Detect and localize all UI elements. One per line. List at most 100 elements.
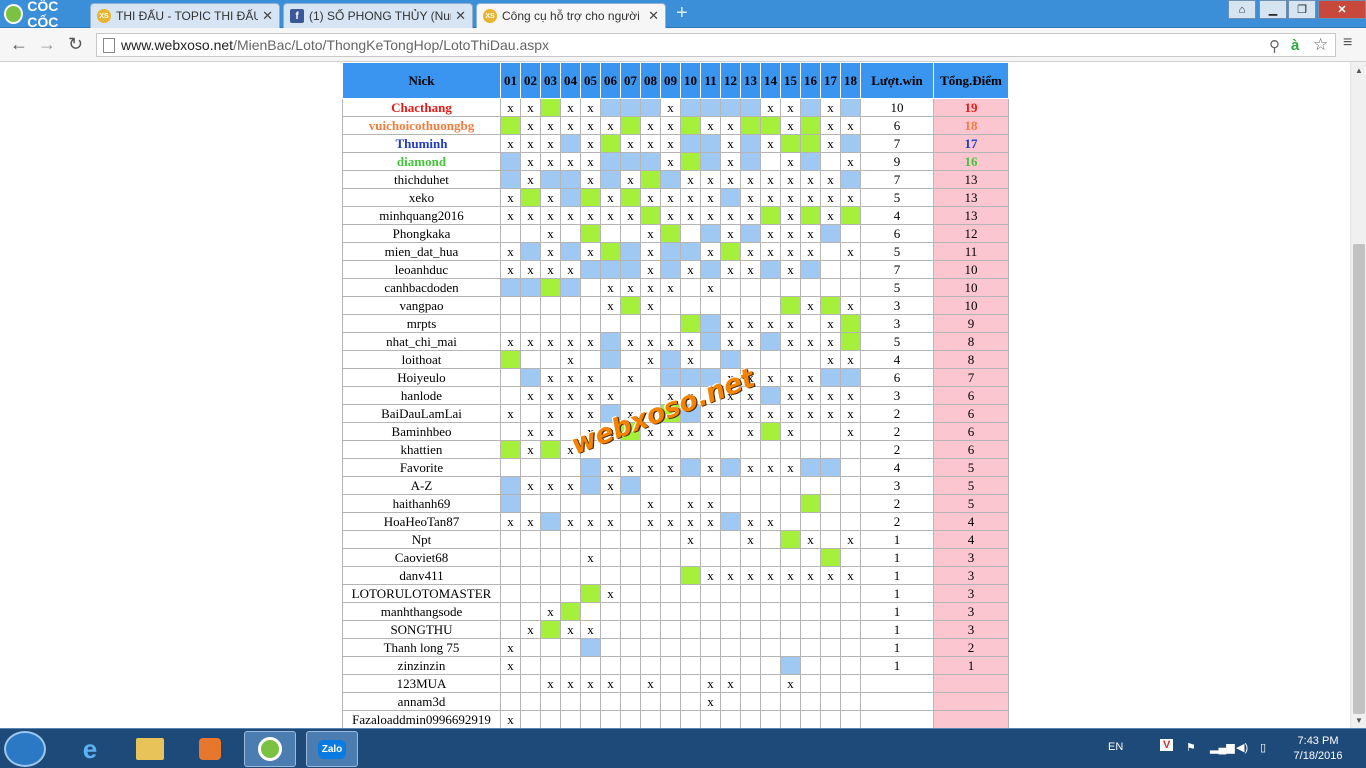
tab-cong-cu[interactable]: XS Công cụ hỗ trợ cho người ✕ (476, 3, 666, 28)
nick-cell[interactable]: mien_dat_hua (342, 242, 501, 261)
nick-cell[interactable]: minhquang2016 (342, 206, 501, 225)
nick-cell[interactable]: nhat_chi_mai (342, 332, 501, 351)
tab-thi-dau[interactable]: XS THI ĐẤU - TOPIC THI ĐẤU ✕ (90, 3, 280, 28)
minimize-button[interactable]: ▁ (1259, 0, 1287, 19)
nick-cell[interactable]: thichduhet (342, 170, 501, 189)
nick-cell[interactable]: Favorite (342, 458, 501, 477)
action-center-icon[interactable]: ⚑ (1186, 741, 1196, 754)
number-cell (800, 134, 821, 153)
nick-cell[interactable]: Thanh long 75 (342, 638, 501, 657)
nick-cell[interactable]: Phongkaka (342, 224, 501, 243)
coccoc-translate-icon[interactable]: à (1291, 37, 1299, 54)
number-cell: x (820, 566, 841, 585)
nick-cell[interactable]: Thuminh (342, 134, 501, 153)
nick-cell[interactable]: mrpts (342, 314, 501, 333)
media-player-taskbar-icon[interactable] (184, 731, 236, 767)
number-cell: x (700, 494, 721, 513)
number-cell (500, 548, 521, 567)
zoom-icon[interactable]: ⚲ (1269, 37, 1280, 55)
nick-cell[interactable]: hanlode (342, 386, 501, 405)
back-icon[interactable]: ← (10, 34, 28, 55)
nick-cell[interactable]: loithoat (342, 350, 501, 369)
menu-icon[interactable]: ≡ (1343, 34, 1352, 52)
battery-icon[interactable]: ▯ (1260, 741, 1266, 754)
close-tab-icon[interactable]: ✕ (648, 8, 659, 24)
url-input[interactable]: www.webxoso.net/MienBac/Loto/ThongKeTong… (96, 33, 1336, 57)
tong-diem-cell: 3 (933, 602, 1009, 621)
nick-cell[interactable]: zinzinzin (342, 656, 501, 675)
nick-cell[interactable]: haithanh69 (342, 494, 501, 513)
nick-cell[interactable]: SONGTHU (342, 620, 501, 639)
tab-facebook[interactable]: f (1) SỐ PHONG THỦY (Num ✕ (283, 3, 473, 28)
nick-cell[interactable]: HoaHeoTan87 (342, 512, 501, 531)
number-cell (800, 620, 821, 639)
number-cell: x (840, 386, 861, 405)
forward-icon[interactable]: → (38, 34, 56, 55)
luot-win-cell: 1 (860, 584, 934, 603)
nick-cell[interactable]: manhthangsode (342, 602, 501, 621)
nick-cell[interactable]: xeko (342, 188, 501, 207)
number-cell: x (720, 314, 741, 333)
number-cell (780, 278, 801, 297)
nick-cell[interactable]: 123MUA (342, 674, 501, 693)
nick-cell[interactable]: canhbacdoden (342, 278, 501, 297)
nick-cell[interactable]: A-Z (342, 476, 501, 495)
facebook-icon: f (290, 9, 304, 23)
nick-cell[interactable]: annam3d (342, 692, 501, 711)
network-signal-icon[interactable]: ▂▄▆ (1210, 741, 1235, 754)
number-cell (700, 710, 721, 728)
antivirus-icon[interactable]: V (1160, 739, 1174, 751)
vertical-scrollbar[interactable]: ▲ ▼ (1350, 62, 1366, 728)
number-cell: x (540, 476, 561, 495)
number-cell (500, 296, 521, 315)
new-tab-button[interactable]: + (676, 3, 688, 23)
close-tab-icon[interactable]: ✕ (455, 8, 466, 24)
nick-cell[interactable]: vangpao (342, 296, 501, 315)
close-tab-icon[interactable]: ✕ (262, 8, 273, 24)
nick-cell[interactable]: Baminhbeo (342, 422, 501, 441)
explorer-taskbar-icon[interactable] (124, 731, 176, 767)
user-icon[interactable]: ⌂ (1228, 0, 1256, 19)
close-window-button[interactable]: ✕ (1318, 0, 1366, 19)
nick-cell[interactable]: diamond (342, 152, 501, 171)
ie-taskbar-icon[interactable]: e (64, 731, 116, 767)
scroll-up-icon[interactable]: ▲ (1355, 66, 1363, 75)
scroll-down-icon[interactable]: ▼ (1355, 716, 1363, 725)
number-cell (840, 440, 861, 459)
nick-cell[interactable]: LOTORULOTOMASTER (342, 584, 501, 603)
number-cell: x (740, 458, 761, 477)
number-cell (700, 602, 721, 621)
nick-cell[interactable]: Chacthang (342, 98, 501, 117)
number-cell: x (500, 710, 521, 728)
number-cell (560, 656, 581, 675)
coccoc-taskbar-icon[interactable] (244, 731, 296, 767)
nick-cell[interactable]: Caoviet68 (342, 548, 501, 567)
reload-icon[interactable]: ↻ (68, 34, 83, 55)
language-indicator[interactable]: EN (1108, 741, 1123, 753)
number-cell: x (540, 368, 561, 387)
clock[interactable]: 7:43 PM 7/18/2016 (1290, 734, 1346, 764)
nick-cell[interactable]: khattien (342, 440, 501, 459)
nick-cell[interactable]: vuichoicothuongbg (342, 116, 501, 135)
number-cell: x (660, 512, 681, 531)
number-cell (720, 188, 741, 207)
nick-cell[interactable]: Hoiyeulo (342, 368, 501, 387)
number-cell: x (560, 386, 581, 405)
start-button[interactable] (4, 731, 46, 767)
tong-diem-cell: 13 (933, 170, 1009, 189)
nick-cell[interactable]: Fazaloaddmin0996692919 (342, 710, 501, 728)
nick-cell[interactable]: danv411 (342, 566, 501, 585)
bookmark-star-icon[interactable]: ☆ (1313, 35, 1328, 55)
number-cell (500, 422, 521, 441)
browser-logo[interactable]: CỐC CỐC (0, 0, 90, 30)
nick-cell[interactable]: Npt (342, 530, 501, 549)
scrollbar-thumb[interactable] (1353, 244, 1365, 714)
nick-cell[interactable]: leoanhduc (342, 260, 501, 279)
maximize-button[interactable]: ❐ (1288, 0, 1316, 19)
number-cell: x (540, 674, 561, 693)
volume-icon[interactable]: ◀) (1236, 741, 1248, 754)
number-cell (780, 350, 801, 369)
zalo-taskbar-icon[interactable]: Zalo (306, 731, 358, 767)
nick-cell[interactable]: BaiDauLamLai (342, 404, 501, 423)
tong-diem-cell: 8 (933, 332, 1009, 351)
